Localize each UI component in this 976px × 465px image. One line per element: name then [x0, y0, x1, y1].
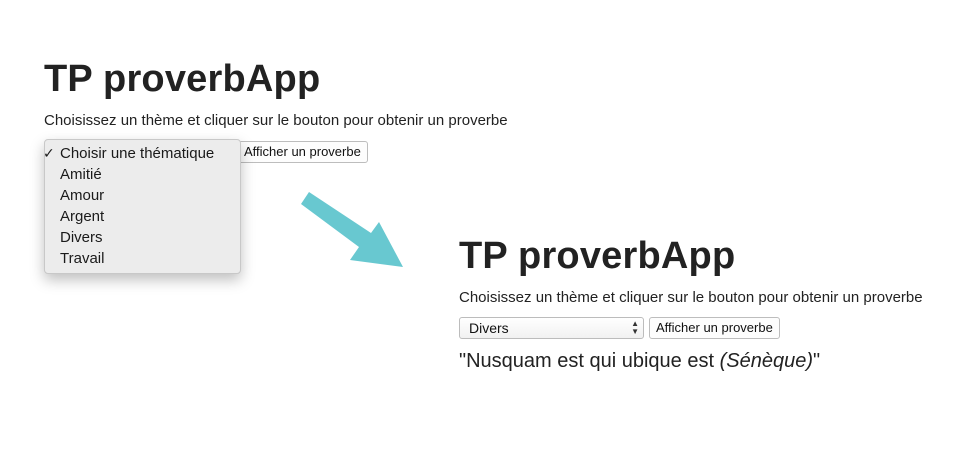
instructions-text: Choisissez un thème et cliquer sur le bo… [44, 112, 508, 129]
dropdown-option-amour[interactable]: Amour [45, 185, 240, 206]
proverb-text: Nusquam est qui ubique est [466, 350, 720, 372]
theme-dropdown-menu[interactable]: ✓ Choisir une thématique Amitié Amour Ar… [43, 139, 241, 274]
proverb-result: "Nusquam est qui ubique est (Sénèque)" [459, 349, 959, 373]
dropdown-option-label: Choisir une thématique [60, 145, 215, 162]
theme-select-value: Divers [469, 320, 509, 336]
show-proverb-button[interactable]: Afficher un proverbe [649, 317, 780, 339]
dropdown-option-divers[interactable]: Divers [45, 227, 240, 248]
after-state-panel: TP proverbApp Choisissez un thème et cli… [459, 235, 959, 385]
dropdown-option-choose-theme[interactable]: ✓ Choisir une thématique [43, 143, 240, 164]
dropdown-option-amitie[interactable]: Amitié [45, 164, 240, 185]
quote-close: " [813, 350, 821, 372]
arrow-icon [301, 192, 403, 267]
dropdown-option-travail[interactable]: Travail [45, 248, 240, 269]
page-title: TP proverbApp [459, 235, 736, 277]
controls-row: Divers ▲ ▼ Afficher un proverbe [459, 317, 959, 341]
page-title: TP proverbApp [44, 58, 321, 100]
controls-row: ✓ Choisir une thématique Amitié Amour Ar… [43, 139, 584, 274]
show-proverb-button[interactable]: Afficher un proverbe [237, 141, 368, 163]
checkmark-icon: ✓ [43, 145, 55, 161]
instructions-text: Choisissez un thème et cliquer sur le bo… [459, 289, 923, 306]
dropdown-option-argent[interactable]: Argent [45, 206, 240, 227]
proverb-author: (Sénèque) [719, 350, 814, 372]
theme-select[interactable]: Divers ▲ ▼ [459, 317, 644, 339]
chevron-up-down-icon: ▲ ▼ [631, 319, 639, 336]
